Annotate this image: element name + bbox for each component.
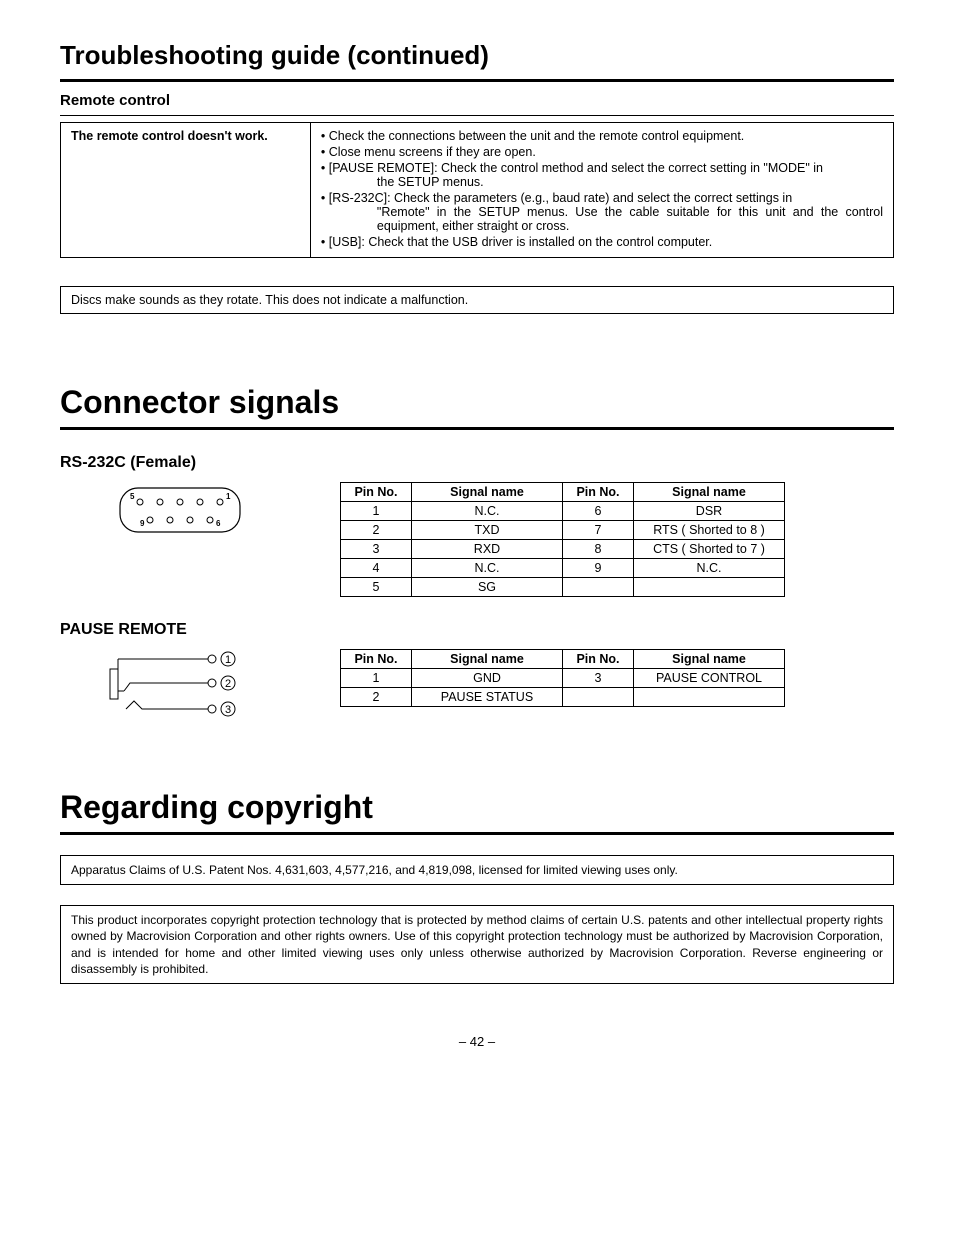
th-pin: Pin No. xyxy=(563,483,634,502)
th-pin: Pin No. xyxy=(563,650,634,669)
table-row: 3RXD8CTS ( Shorted to 7 ) xyxy=(341,540,785,559)
rc-bullet: • Check the connections between the unit… xyxy=(321,129,883,143)
svg-text:2: 2 xyxy=(225,678,231,690)
connector-title: Connector signals xyxy=(60,384,894,421)
pause-pin-table: Pin No. Signal name Pin No. Signal name … xyxy=(340,649,785,707)
remote-control-table: The remote control doesn't work. • Check… xyxy=(60,122,894,258)
th-signal: Signal name xyxy=(412,650,563,669)
copyright-title: Regarding copyright xyxy=(60,789,894,826)
copyright-box-2: This product incorporates copyright prot… xyxy=(60,905,894,984)
connector-rule xyxy=(60,427,894,430)
rc-bullet: • Close menu screens if they are open. xyxy=(321,145,883,159)
svg-text:3: 3 xyxy=(225,704,231,716)
th-pin: Pin No. xyxy=(341,650,412,669)
svg-text:1: 1 xyxy=(225,654,231,666)
th-pin: Pin No. xyxy=(341,483,412,502)
remote-control-heading: Remote control xyxy=(60,92,894,109)
table-row: 1N.C.6DSR xyxy=(341,502,785,521)
table-row: 5SG xyxy=(341,578,785,597)
svg-text:5: 5 xyxy=(130,492,135,501)
table-row: 2TXD7RTS ( Shorted to 8 ) xyxy=(341,521,785,540)
rc-solutions: • Check the connections between the unit… xyxy=(310,123,893,258)
page-number: – 42 – xyxy=(60,1034,894,1049)
rc-bullet: • [PAUSE REMOTE]: Check the control meth… xyxy=(321,161,883,189)
table-row: 4N.C.9N.C. xyxy=(341,559,785,578)
svg-text:6: 6 xyxy=(216,519,221,528)
rs232c-heading: RS-232C (Female) xyxy=(60,454,894,472)
rc-symptom: The remote control doesn't work. xyxy=(61,123,311,258)
copyright-box-1: Apparatus Claims of U.S. Patent Nos. 4,6… xyxy=(60,855,894,885)
copyright-rule xyxy=(60,832,894,835)
th-signal: Signal name xyxy=(634,483,785,502)
table-row: 2PAUSE STATUS xyxy=(341,688,785,707)
table-row: 1GND3PAUSE CONTROL xyxy=(341,669,785,688)
disc-note: Discs make sounds as they rotate. This d… xyxy=(60,286,894,314)
th-signal: Signal name xyxy=(634,650,785,669)
svg-text:1: 1 xyxy=(226,492,231,501)
rs232c-pin-table: Pin No. Signal name Pin No. Signal name … xyxy=(340,482,785,597)
rc-bullet: • [USB]: Check that the USB driver is in… xyxy=(321,235,883,249)
pause-heading: PAUSE REMOTE xyxy=(60,621,894,639)
pause-diagram: 1 2 3 xyxy=(60,649,300,719)
title-rule xyxy=(60,79,894,82)
th-signal: Signal name xyxy=(412,483,563,502)
rs232c-diagram: 5 1 9 6 xyxy=(60,482,300,538)
svg-text:9: 9 xyxy=(140,519,145,528)
rc-bullet: • [RS-232C]: Check the parameters (e.g.,… xyxy=(321,191,883,233)
remote-control-rule xyxy=(60,115,894,116)
page-title: Troubleshooting guide (continued) xyxy=(60,40,894,71)
